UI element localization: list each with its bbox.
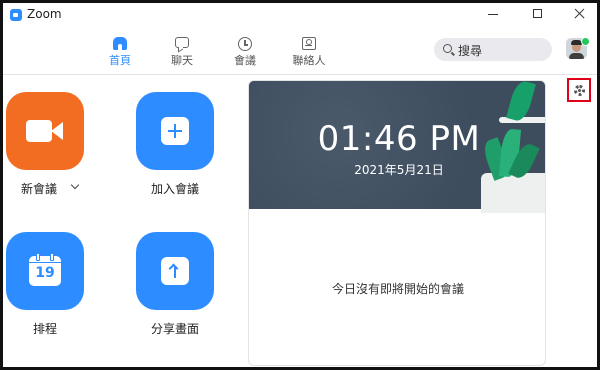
window-title: Zoom [27,7,62,21]
video-camera-icon [26,120,52,142]
contacts-icon [302,37,316,50]
new-meeting-button[interactable] [6,92,84,170]
calendar-day-number: 19 [35,265,55,281]
settings-button[interactable] [567,78,591,102]
presence-status-dot [581,37,590,46]
new-meeting-label: 新會議 [20,182,57,196]
chat-icon [175,37,189,48]
share-screen-button[interactable] [136,232,214,310]
tab-chat-label: 聊天 [171,54,193,67]
current-date: 2021年5月21日 [354,163,444,177]
search-icon [443,44,452,53]
zoom-logo-icon [10,9,22,21]
header-divider [3,74,597,75]
tab-home-label: 首頁 [109,54,131,67]
tab-meetings-label: 會議 [234,54,256,67]
join-meeting-button[interactable] [136,92,214,170]
tab-contacts[interactable]: 聯絡人 [284,35,334,67]
tab-contacts-label: 聯絡人 [292,54,326,67]
join-meeting-label: 加入會議 [150,182,199,196]
maximize-button[interactable] [523,3,553,25]
home-icon [113,37,127,50]
schedule-button[interactable]: 19 [6,232,84,310]
schedule-label: 排程 [32,322,57,336]
share-arrow-icon [161,257,189,285]
gear-icon [574,85,585,96]
clock-icon [238,37,252,51]
title-bar: Zoom [3,3,597,25]
tab-meetings[interactable]: 會議 [220,35,270,67]
tab-chat[interactable]: 聊天 [157,35,207,67]
calendar-icon: 19 [29,253,61,286]
clock-banner: 01:46 PM 2021年5月21日 [249,81,545,213]
minimize-button[interactable] [478,3,508,25]
current-time: 01:46 PM [317,119,481,159]
share-screen-label: 分享畫面 [150,322,199,336]
tab-home[interactable]: 首頁 [95,35,145,67]
upcoming-meetings-panel: 01:46 PM 2021年5月21日 今日沒有即將開始的會議 [248,80,546,366]
close-button[interactable] [565,3,595,25]
no-upcoming-meetings-text: 今日沒有即將開始的會議 [331,282,464,296]
search-label: 搜尋 [458,44,483,58]
plus-icon [161,117,189,145]
search-input[interactable]: 搜尋 [434,38,552,61]
